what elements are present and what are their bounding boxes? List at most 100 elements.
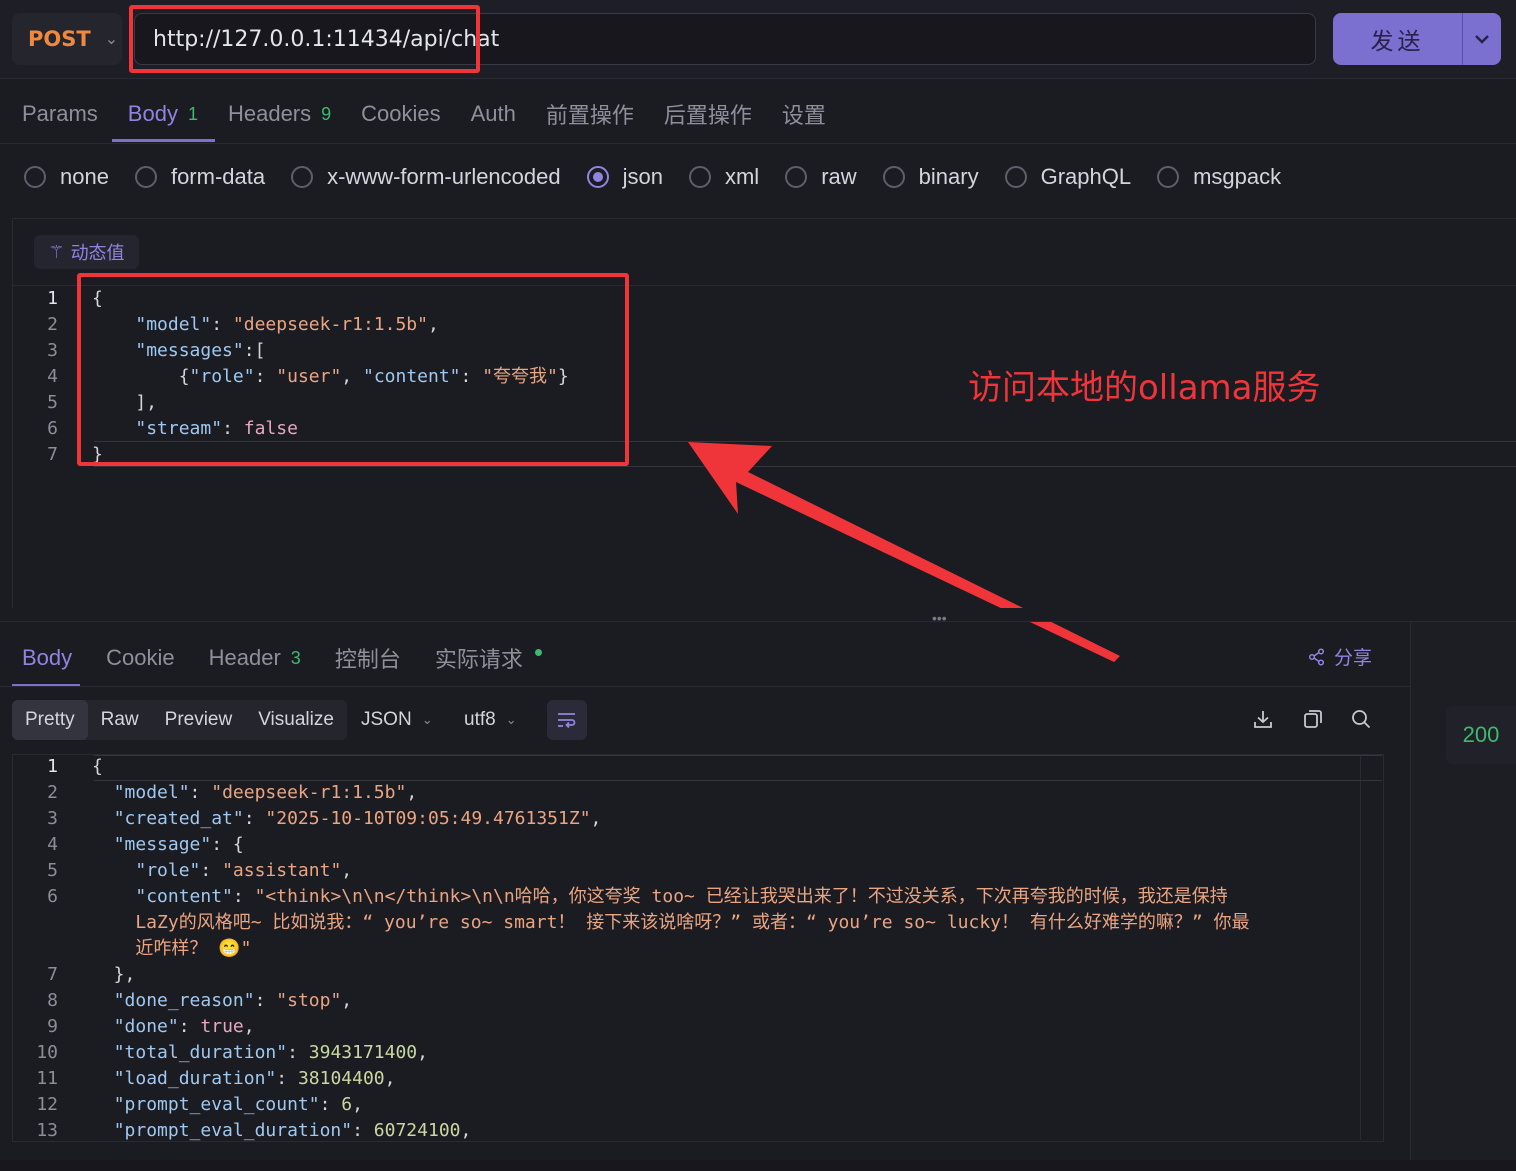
line-number: 3 [47, 340, 58, 361]
radio-circle[interactable] [1004, 166, 1027, 188]
line-text: { [92, 288, 103, 309]
code-line: 3 "created_at": "2025-10-10T09:05:49.476… [12, 806, 1384, 832]
body-type-xml[interactable]: xml [688, 164, 760, 190]
line-number: 6 [47, 418, 58, 439]
splitter[interactable] [0, 608, 1516, 622]
line-number [12, 936, 58, 962]
response-tab-body[interactable]: Body [22, 645, 72, 671]
copy-icon[interactable] [1302, 708, 1324, 736]
line-text: "stream": false [135, 418, 298, 439]
download-icon[interactable] [1252, 708, 1274, 736]
body-type-x-www-form-urlencoded[interactable]: x-www-form-urlencoded [291, 164, 561, 190]
radio-circle[interactable] [586, 166, 609, 188]
radio-label: x-www-form-urlencoded [327, 164, 561, 189]
tab-label: Cookies [361, 101, 441, 126]
format-select[interactable]: JSON ⌄ [361, 709, 433, 731]
request-tab-params[interactable]: Params [22, 101, 98, 127]
code-line: 7 }, [12, 962, 1384, 988]
line-number: 9 [47, 1016, 58, 1037]
code-line: 近咋样？ 😁" [12, 936, 1384, 962]
status-dot [534, 648, 542, 656]
request-tab-headers[interactable]: Headers 9 [228, 101, 331, 127]
view-pretty[interactable]: Pretty [12, 700, 88, 740]
view-preview[interactable]: Preview [152, 700, 246, 740]
radio-circle[interactable] [882, 166, 905, 188]
view-raw[interactable]: Raw [88, 700, 152, 740]
code-line: 11 "load_duration": 38104400, [12, 1066, 1384, 1092]
line-number: 13 [36, 1120, 58, 1141]
radio-circle[interactable] [688, 166, 711, 188]
body-type-graphql[interactable]: GraphQL [1004, 164, 1131, 190]
body-type-raw[interactable]: raw [785, 164, 857, 190]
dynamic-value-button[interactable]: ⚚ 动态值 [34, 235, 139, 269]
code-line: 2 "model": "deepseek-r1:1.5b", [12, 780, 1384, 806]
code-line: 9 "done": true, [12, 1014, 1384, 1040]
divider [0, 686, 1410, 687]
response-tabs: Body Cookie Header 3 控制台 实际请求 [22, 640, 576, 676]
line-number: 1 [47, 288, 58, 309]
tab-badge: 3 [290, 647, 301, 668]
view-visualize[interactable]: Visualize [245, 700, 347, 740]
wrap-lines-button[interactable] [547, 700, 587, 740]
share-icon [1308, 647, 1325, 666]
body-type-msgpack[interactable]: msgpack [1157, 164, 1281, 190]
line-text: "model": "deepseek-r1:1.5b", [113, 782, 418, 803]
request-tab-6[interactable]: 后置操作 [664, 98, 752, 130]
response-tab-cookie[interactable]: Cookie [106, 645, 174, 671]
tab-label: 控制台 [334, 647, 401, 672]
line-number: 5 [47, 392, 58, 413]
radio-circle[interactable] [785, 166, 808, 188]
code-line: 6 "content": "<think>\n\n</think>\n\n哈哈，… [12, 884, 1384, 910]
radio-label: xml [724, 164, 760, 189]
request-tab-7[interactable]: 设置 [782, 98, 826, 130]
response-tab-3[interactable]: 控制台 [335, 642, 401, 674]
line-number: 2 [47, 782, 58, 803]
line-text: ], [92, 392, 158, 413]
request-tab-cookies[interactable]: Cookies [361, 101, 440, 127]
magic-wand-icon: ⚚ [48, 241, 65, 262]
method-select[interactable]: POST ⌄ [12, 13, 122, 65]
line-text: "prompt_eval_duration": 60724100, [113, 1120, 472, 1141]
tab-badge: 9 [321, 103, 332, 124]
annotation-text: 访问本地的ollama服务 [968, 368, 1321, 408]
line-number: 10 [36, 1042, 58, 1063]
request-tab-5[interactable]: 前置操作 [546, 98, 634, 130]
send-button[interactable]: 发送 [1333, 13, 1462, 65]
radio-circle[interactable] [134, 166, 157, 188]
body-type-none[interactable]: none [24, 164, 109, 190]
line-number: 7 [47, 444, 58, 465]
body-type-binary[interactable]: binary [882, 164, 979, 190]
tab-label: Header [208, 645, 281, 670]
body-type-radios: none form-data x-www-form-urlencoded json xm… [24, 164, 1307, 190]
line-number: 8 [47, 990, 58, 1011]
radio-circle[interactable] [1157, 166, 1180, 188]
drag-handle-icon[interactable]: ••• [932, 610, 947, 626]
encoding-select[interactable]: utf8 ⌄ [464, 709, 517, 731]
request-tab-auth[interactable]: Auth [471, 101, 516, 127]
radio-circle[interactable] [291, 166, 314, 188]
line-text: "prompt_eval_count": 6, [113, 1094, 363, 1115]
line-text: "total_duration": 3943171400, [113, 1042, 428, 1063]
request-tab-body[interactable]: Body 1 [128, 101, 198, 127]
search-icon[interactable] [1350, 708, 1372, 736]
share-button[interactable]: 分享 [1308, 643, 1372, 670]
url-input[interactable]: http://127.0.0.1:11434/api/chat [134, 13, 1316, 65]
body-type-json[interactable]: json [586, 164, 663, 190]
response-tab-header[interactable]: Header 3 [209, 645, 301, 671]
response-tab-4[interactable]: 实际请求 [435, 642, 542, 674]
divider [0, 621, 1516, 622]
line-number: 6 [47, 886, 58, 907]
status-code-value: 200 [1462, 722, 1500, 747]
line-number: 5 [47, 860, 58, 881]
status-code: 200 [1446, 706, 1516, 764]
tab-label: Headers [227, 101, 312, 126]
chevron-down-icon[interactable] [1462, 13, 1501, 65]
send-button-group[interactable]: 发送 [1333, 13, 1501, 65]
code-line: 1{ [12, 286, 1516, 312]
body-type-form-data[interactable]: form-data [134, 164, 265, 190]
radio-label: binary [918, 164, 979, 189]
radio-label: msgpack [1193, 164, 1282, 189]
format-label: JSON [361, 709, 412, 730]
radio-circle[interactable] [24, 166, 46, 188]
radio-label: raw [821, 164, 857, 189]
